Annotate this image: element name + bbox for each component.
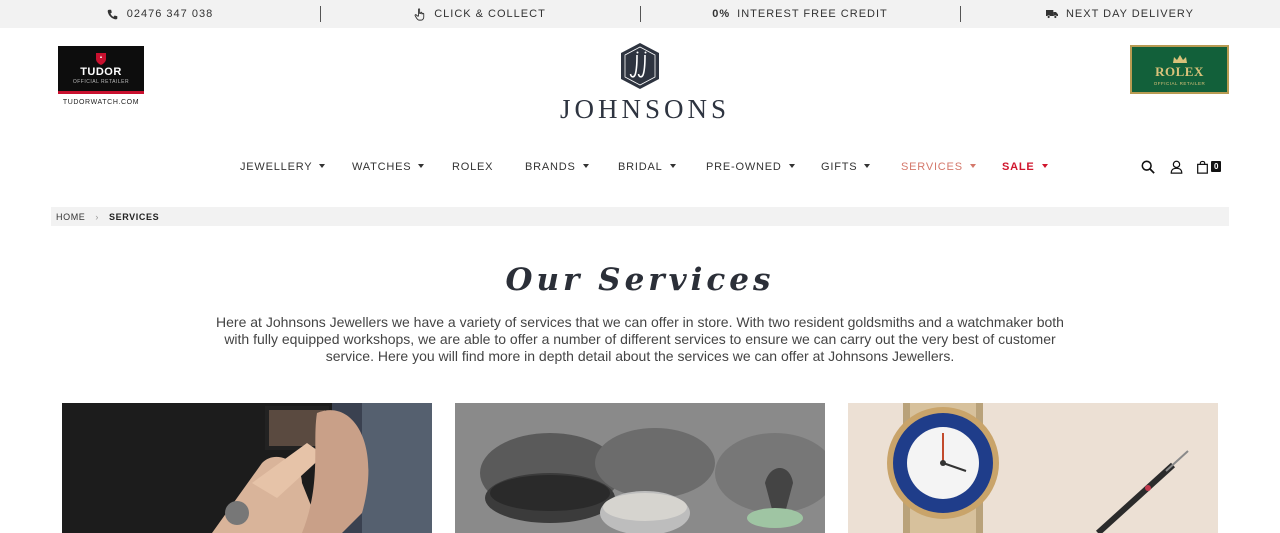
delivery-label: NEXT DAY DELIVERY: [1065, 8, 1195, 20]
caret-down-icon: [788, 164, 795, 168]
search-icon[interactable]: [1140, 158, 1156, 176]
caret-down-icon: [1041, 164, 1048, 168]
hand-pointer-icon: [414, 7, 426, 21]
credit-link[interactable]: 0% INTEREST FREE CREDIT: [640, 0, 960, 28]
logo-text: JOHNSONS: [560, 94, 731, 124]
nav-brands[interactable]: BRANDS: [525, 161, 589, 173]
caret-down-icon: [319, 164, 326, 168]
click-collect-link[interactable]: CLICK & COLLECT: [320, 0, 640, 28]
tudor-name: TUDOR: [80, 65, 122, 78]
user-icon[interactable]: [1168, 158, 1184, 176]
service-image-polishing[interactable]: [455, 403, 825, 533]
caret-down-icon: [864, 164, 871, 168]
nav-jewellery[interactable]: JEWELLERY: [240, 161, 326, 173]
credit-rate: 0%: [712, 8, 731, 20]
intro-text: Here at Johnsons Jewellers we have a var…: [216, 314, 1064, 364]
chevron-right-icon: ›: [95, 211, 100, 222]
nav-sale[interactable]: SALE: [1002, 161, 1048, 173]
tudor-retailer-badge[interactable]: TUDOR OFFICIAL RETAILER: [58, 46, 144, 94]
nav-icon-group: 0: [1140, 158, 1226, 176]
nav-rolex[interactable]: ROLEX: [452, 161, 493, 173]
service-image-watch-repair[interactable]: [848, 403, 1218, 533]
nav-watches[interactable]: WATCHES: [352, 161, 425, 173]
breadcrumb-home[interactable]: HOME: [56, 212, 85, 222]
tudor-subtitle: OFFICIAL RETAILER: [72, 78, 130, 85]
nav-bridal[interactable]: BRIDAL: [618, 161, 676, 173]
tudor-url[interactable]: TUDORWATCH.COM: [58, 99, 144, 106]
rolex-name: ROLEX: [1155, 63, 1204, 79]
caret-down-icon: [969, 164, 976, 168]
site-logo[interactable]: JOHNSONS: [560, 42, 731, 124]
watch-repair-photo: [848, 403, 1218, 533]
rolex-retailer-badge[interactable]: ROLEX OFFICIAL RETAILER: [1130, 45, 1229, 94]
breadcrumb-current: SERVICES: [109, 211, 160, 222]
nav-services[interactable]: SERVICES: [901, 161, 976, 173]
phone-number: 02476 347 038: [126, 8, 214, 20]
rolex-subtitle: OFFICIAL RETAILER: [1153, 80, 1206, 86]
nav-gifts[interactable]: GIFTS: [821, 161, 871, 173]
page-title: Our Services: [505, 262, 775, 298]
main-nav: JEWELLERY WATCHES ROLEX BRANDS BRIDAL PR…: [0, 158, 1280, 180]
caret-down-icon: [418, 164, 425, 168]
tudor-shield-icon: [96, 52, 106, 65]
click-collect-label: CLICK & COLLECT: [434, 8, 546, 20]
cart-count-badge: 0: [1211, 161, 1222, 172]
bag-icon: [1197, 160, 1208, 174]
top-bar: 02476 347 038 CLICK & COLLECT 0% INTERES…: [0, 0, 1280, 28]
goldsmith-photo: [62, 403, 432, 533]
rolex-crown-icon: [1172, 54, 1187, 63]
cart-button[interactable]: 0: [1196, 158, 1226, 176]
service-image-goldsmith[interactable]: [62, 403, 432, 533]
johnsons-monogram-icon: [621, 43, 659, 89]
polishing-tools-photo: [455, 403, 825, 533]
caret-down-icon: [582, 164, 589, 168]
caret-down-icon: [669, 164, 676, 168]
nav-pre-owned[interactable]: PRE-OWNED: [706, 161, 795, 173]
phone-link[interactable]: 02476 347 038: [0, 0, 320, 28]
phone-icon: [107, 8, 119, 20]
delivery-link[interactable]: NEXT DAY DELIVERY: [960, 0, 1280, 28]
breadcrumb: HOME › SERVICES: [51, 207, 1229, 226]
truck-icon: [1045, 8, 1058, 20]
credit-label: INTEREST FREE CREDIT: [737, 8, 888, 20]
